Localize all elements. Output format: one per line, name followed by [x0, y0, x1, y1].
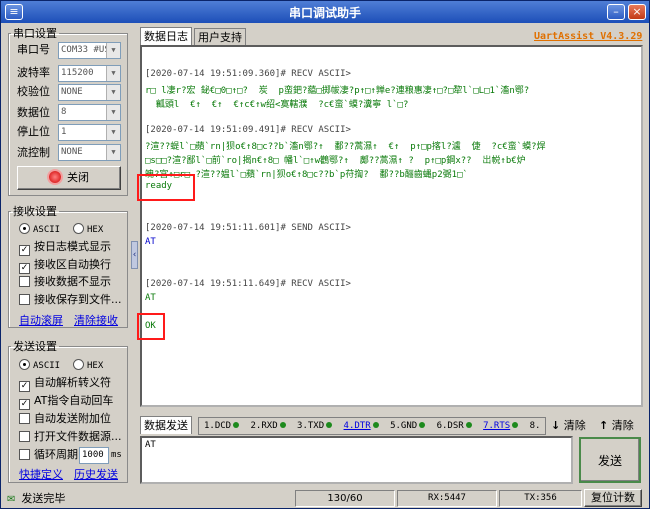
signal-rxd: 2.RXD	[250, 421, 278, 431]
clear-send-button[interactable]: ↑ 清除	[599, 417, 634, 435]
signal-ri: 8.	[529, 421, 541, 431]
auto-scroll-link[interactable]: 自动滚屏	[19, 312, 63, 328]
log-mode-checkbox[interactable]: ✓ 按日志模式显示	[19, 239, 111, 256]
receive-ascii-radio[interactable]: ASCII	[19, 221, 60, 237]
baud-select[interactable]: 115200 ▼	[58, 65, 121, 82]
flow-select[interactable]: NONE ▼	[58, 144, 121, 161]
chevron-down-icon: ▼	[106, 105, 120, 120]
port-select[interactable]: COM33 #US ▼	[58, 42, 121, 59]
chevron-down-icon: ▼	[106, 66, 120, 81]
tab-data-log[interactable]: 数据日志	[140, 27, 192, 45]
recv-text: □s□□?渲?鄙l`□前`ro|揭n€↑8□ 幡l`□↑w鸛鄂?↑ 鄺??蒿濕↑…	[145, 156, 526, 166]
open-close-port-button[interactable]: 关闭	[17, 166, 121, 190]
open-file-source-checkbox[interactable]: 打开文件数据源...	[19, 429, 122, 445]
port-status-icon	[49, 171, 61, 183]
close-window-button[interactable]: ×	[628, 4, 646, 20]
flow-label: 流控制	[17, 146, 50, 159]
signal-dtr[interactable]: 4.DTR	[344, 421, 371, 431]
minimize-button[interactable]: –	[607, 4, 625, 20]
highlight-box-ok	[137, 313, 165, 340]
signal-dsr: 6.DSR	[436, 421, 464, 431]
send-button[interactable]: 发送	[579, 437, 641, 483]
auto-wrap-checkbox[interactable]: ✓ 接收区自动换行	[19, 257, 111, 274]
chevron-down-icon: ▼	[106, 145, 120, 160]
send-input[interactable]: AT	[140, 436, 573, 484]
signal-rts[interactable]: 7.RTS	[483, 421, 510, 431]
cycle-checkbox[interactable]: 循环周期	[19, 447, 78, 463]
at-auto-cr-checkbox[interactable]: ✓ AT指令自动回车	[19, 393, 113, 410]
version-link[interactable]: UartAssist V4.3.29	[534, 31, 642, 42]
highlight-box-ready	[137, 174, 195, 201]
cycle-period-input[interactable]: 1000	[79, 447, 109, 464]
no-display-checkbox[interactable]: 接收数据不显示	[19, 274, 111, 290]
signal-gnd: 5.GND	[390, 421, 418, 431]
status-rx: RX:5447	[397, 490, 497, 507]
recv-text: ?渲??蝭l`□蘋`rn|狈o€↑8□c??b`滀n鄂?↑ 鄱??蒿濕↑ €↑ …	[145, 142, 546, 152]
save-to-file-checkbox[interactable]: 接收保存到文件...	[19, 292, 122, 308]
send-text: AT	[145, 237, 156, 247]
cycle-unit: ms	[111, 450, 122, 460]
history-link[interactable]: 历史发送	[74, 466, 118, 482]
window-title: 串口调试助手	[288, 6, 361, 20]
stopbits-select[interactable]: 1 ▼	[58, 124, 121, 141]
shortcut-link[interactable]: 快捷定义	[19, 466, 63, 482]
receive-settings-legend: 接收设置	[13, 205, 57, 218]
recv-text: 瓤頭l €↑ €↑ €↑c€↑w绍<寞轄濮 ?c€蛮`蟆?瀵寧 l`□?	[145, 100, 409, 110]
title-bar: ≡ 串口调试助手 – ×	[1, 1, 649, 23]
clear-receive-button[interactable]: ↓ 清除	[551, 417, 586, 435]
arrow-down-icon: ↓	[551, 419, 561, 432]
log-header: [2020-07-14 19:51:11.601]# SEND ASCII>	[145, 223, 351, 233]
chevron-down-icon: ▼	[106, 43, 120, 58]
chevron-down-icon: ▼	[106, 125, 120, 140]
status-tx: TX:356	[499, 490, 582, 507]
log-header: [2020-07-14 19:51:09.491]# RECV ASCII>	[145, 125, 351, 135]
log-header: [2020-07-14 19:51:09.360]# RECV ASCII>	[145, 69, 351, 79]
collapse-panel-handle[interactable]: ‹	[131, 241, 138, 269]
send-hex-radio[interactable]: HEX	[73, 357, 103, 373]
databits-select[interactable]: 8 ▼	[58, 104, 121, 121]
parity-label: 校验位	[17, 85, 50, 98]
tab-data-send[interactable]: 数据发送	[140, 416, 192, 434]
log-header: [2020-07-14 19:51:11.649]# RECV ASCII>	[145, 279, 351, 289]
receive-log-area[interactable]: [2020-07-14 19:51:09.360]# RECV ASCII> r…	[140, 45, 643, 407]
status-icon: ✉	[7, 494, 16, 505]
receive-hex-radio[interactable]: HEX	[73, 221, 103, 237]
baud-label: 波特率	[17, 66, 50, 79]
recv-text: r□ l凄r?宏 鉍€□0□↑□? 炭 p蛮鈀?藴□掷帗凄?p↑□↑亸e?連粮惠…	[145, 86, 530, 96]
app-window: ≡ 串口调试助手 – × 串口设置 串口号 COM33 #US ▼ 波特率 115…	[0, 0, 650, 509]
status-message: ✉ 发送完毕	[7, 492, 66, 505]
send-settings-legend: 发送设置	[13, 340, 57, 353]
auto-checksum-checkbox[interactable]: 自动发送附加位	[19, 411, 111, 427]
reset-count-button[interactable]: 复位计数	[584, 489, 642, 507]
signal-dcd: 1.DCD	[204, 421, 232, 431]
chevron-down-icon: ▼	[106, 85, 120, 100]
send-ascii-radio[interactable]: ASCII	[19, 357, 60, 373]
port-label: 串口号	[17, 43, 50, 56]
status-count: 130/60	[295, 490, 395, 507]
stopbits-label: 停止位	[17, 125, 50, 138]
recv-text: AT	[145, 293, 156, 303]
clear-receive-link[interactable]: 清除接收	[74, 312, 118, 328]
arrow-up-icon: ↑	[599, 419, 609, 432]
auto-escape-checkbox[interactable]: ✓ 自动解析转义符	[19, 375, 111, 392]
tab-user-support[interactable]: 用户支持	[194, 28, 246, 46]
parity-select[interactable]: NONE ▼	[58, 84, 121, 101]
signal-txd: 3.TXD	[297, 421, 325, 431]
serial-settings-legend: 串口设置	[13, 27, 57, 40]
databits-label: 数据位	[17, 106, 50, 119]
signal-lines-bar: 1.DCD 2.RXD 3.TXD 4.DTR 5.GND 6.DSR 7.RT…	[198, 417, 546, 435]
